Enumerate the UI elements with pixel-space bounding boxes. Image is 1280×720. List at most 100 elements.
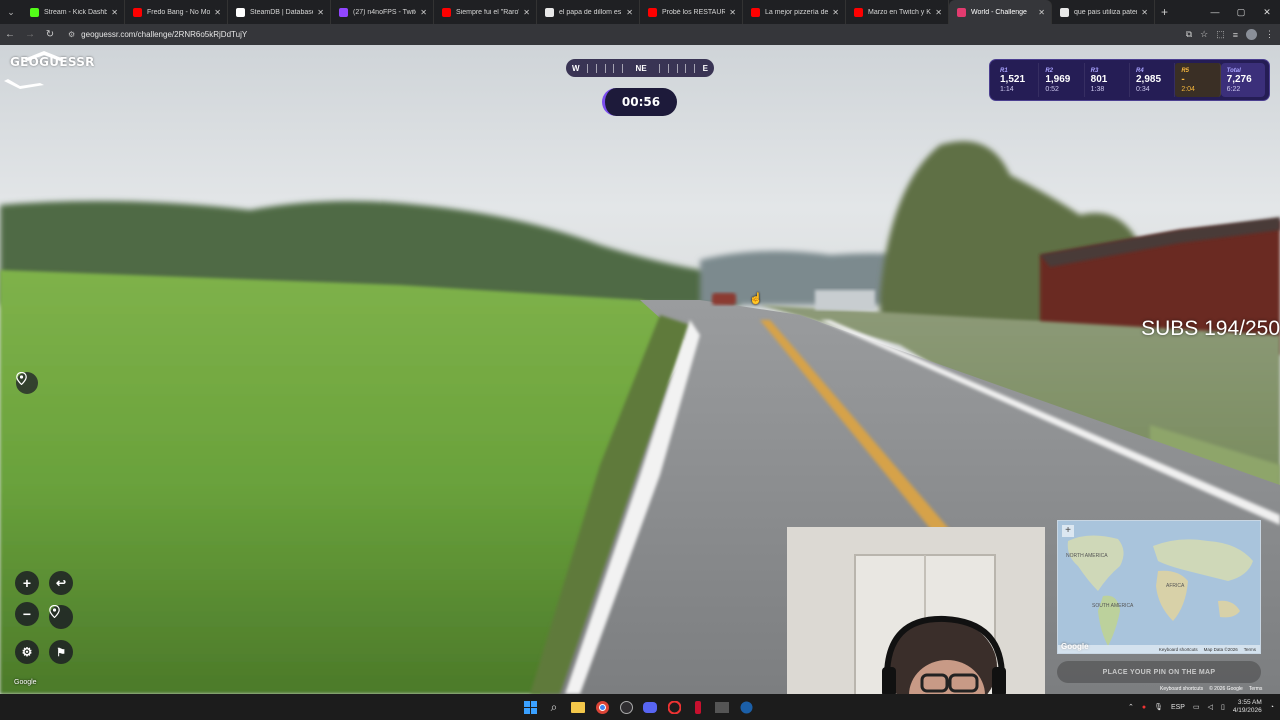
map-label-south-america: SOUTH AMERICA bbox=[1092, 603, 1134, 609]
total-score: Total 7,276 6:22 bbox=[1220, 63, 1265, 97]
tab-close-icon[interactable]: ✕ bbox=[317, 8, 324, 17]
steam-icon[interactable] bbox=[736, 697, 756, 717]
tab-title: La mejor pizzería de ... bbox=[765, 8, 829, 16]
tab-close-icon[interactable]: ✕ bbox=[214, 8, 221, 17]
chrome-icon[interactable] bbox=[592, 697, 612, 717]
back-icon[interactable]: ← bbox=[0, 24, 20, 45]
tab-close-icon[interactable]: ✕ bbox=[420, 8, 427, 17]
tab-close-icon[interactable]: ✕ bbox=[729, 8, 736, 17]
checkpoint-button[interactable]: ⚑ bbox=[49, 640, 73, 664]
terminal-icon[interactable] bbox=[712, 697, 732, 717]
round-time: 1:38 bbox=[1090, 85, 1105, 93]
tab-favicon-icon bbox=[854, 7, 863, 17]
browser-tab[interactable]: Marzo en Twitch y Kic... ✕ bbox=[846, 0, 949, 24]
tab-favicon-icon bbox=[442, 7, 451, 17]
app-icon-red[interactable] bbox=[688, 697, 708, 717]
cast-icon[interactable]: ⧉ bbox=[1186, 29, 1192, 40]
browser-tab[interactable]: Stream - Kick Dashbo...✕ bbox=[22, 0, 125, 24]
mic-icon[interactable]: 🎙 bbox=[1154, 703, 1163, 711]
round-score-r5: R5-2:04 bbox=[1175, 63, 1221, 97]
browser-tab[interactable]: el papa de dillom es j... ✕ bbox=[537, 0, 640, 24]
start-icon[interactable] bbox=[520, 697, 540, 717]
round-score-r4: R4 2,985 0:34 bbox=[1130, 63, 1176, 97]
discord-icon[interactable] bbox=[640, 697, 660, 717]
reload-icon[interactable]: ↻ bbox=[40, 24, 60, 45]
site-info-icon[interactable]: ⚙ bbox=[68, 30, 75, 39]
volume-icon[interactable]: ◁ bbox=[1208, 703, 1213, 711]
tab-close-icon[interactable]: ✕ bbox=[1141, 8, 1148, 17]
guess-minimap[interactable]: + NORTH AMERICA AFRICA SOUTH AMERICA Goo… bbox=[1057, 520, 1261, 654]
forward-icon[interactable]: → bbox=[20, 24, 40, 45]
zoom-out-button[interactable]: − bbox=[15, 602, 39, 626]
browser-tab[interactable]: Siempre fui el "Raro"... ✕ bbox=[434, 0, 537, 24]
tab-close-icon[interactable]: ✕ bbox=[832, 8, 839, 17]
browser-tab[interactable]: SteamDB | Database ...✕ bbox=[228, 0, 331, 24]
minimize-icon[interactable]: — bbox=[1202, 0, 1228, 24]
browser-tab[interactable]: (27) n4noFPS - Twitch ✕ bbox=[331, 0, 434, 24]
tab-favicon-icon bbox=[751, 7, 760, 17]
map-legal-strip: Keyboard shortcuts © 2026 Google Terms bbox=[1160, 686, 1262, 692]
tab-title: World - Challenge bbox=[971, 8, 1027, 16]
browser-tab[interactable]: Probé los RESTAURAN...✕ bbox=[640, 0, 743, 24]
compass-heading: NE bbox=[635, 63, 647, 73]
tab-favicon-icon bbox=[545, 7, 554, 17]
clock[interactable]: 3:55 AM 4/19/2026 bbox=[1233, 699, 1262, 715]
obs-icon[interactable] bbox=[616, 697, 636, 717]
windows-taskbar: ⌕ ⌃ ● 🎙 ESP ▭ ◁ ▯ 3:55 AM 4/19/2026 ◔ bbox=[0, 694, 1280, 720]
app-icon-red-circle[interactable] bbox=[664, 697, 684, 717]
map-pin-button[interactable] bbox=[16, 372, 38, 394]
tab-close-icon[interactable]: ✕ bbox=[1038, 8, 1045, 17]
street-nav-arrows[interactable] bbox=[0, 45, 70, 95]
undo-move-button[interactable]: ↩ bbox=[49, 571, 73, 595]
browser-tab[interactable]: La mejor pizzería de ...✕ bbox=[743, 0, 846, 24]
gear-icon: ⚙ bbox=[21, 645, 33, 659]
tab-close-icon[interactable]: ✕ bbox=[935, 8, 942, 17]
legal-terms[interactable]: Terms bbox=[1249, 686, 1263, 692]
tab-close-icon[interactable]: ✕ bbox=[626, 8, 633, 17]
battery-icon[interactable]: ▯ bbox=[1221, 703, 1225, 711]
tab-favicon-icon bbox=[648, 7, 657, 17]
settings-button[interactable]: ⚙ bbox=[15, 640, 39, 664]
browser-tab[interactable]: World - Challenge ✕ bbox=[949, 0, 1052, 24]
system-tray: ⌃ ● 🎙 ESP ▭ ◁ ▯ 3:55 AM 4/19/2026 ◔ bbox=[1128, 694, 1274, 720]
tray-app-icon[interactable]: ● bbox=[1142, 704, 1146, 711]
file-explorer-icon[interactable] bbox=[568, 697, 588, 717]
address-toolbar: ← → ↻ ⚙ geoguessr.com/challenge/2RNR6o5k… bbox=[0, 24, 1280, 45]
network-icon[interactable]: ▭ bbox=[1193, 703, 1200, 711]
browser-tab-strip: ⌄ Stream - Kick Dashbo...✕Fredo Bang - N… bbox=[0, 0, 1280, 24]
media-icon[interactable]: ≡ bbox=[1233, 30, 1238, 40]
close-window-icon[interactable]: ✕ bbox=[1254, 0, 1280, 24]
tab-title: el papa de dillom es j... bbox=[559, 8, 622, 16]
tab-close-icon[interactable]: ✕ bbox=[111, 8, 118, 17]
menu-icon[interactable]: ⋮ bbox=[1265, 29, 1274, 40]
bookmark-star-icon[interactable]: ☆ bbox=[1200, 29, 1208, 40]
browser-tab[interactable]: Fredo Bang - No Mo... ✕ bbox=[125, 0, 228, 24]
keyboard-shortcuts-link[interactable]: Keyboard shortcuts bbox=[1159, 647, 1198, 652]
notification-icon[interactable]: ◔ bbox=[1270, 704, 1274, 711]
tab-favicon-icon bbox=[1060, 7, 1069, 17]
maximize-icon[interactable]: ▢ bbox=[1228, 0, 1254, 24]
chevron-up-icon[interactable]: ⌃ bbox=[1128, 703, 1134, 711]
zoom-in-button[interactable]: + bbox=[15, 571, 39, 595]
lang-indicator[interactable]: ESP bbox=[1171, 704, 1185, 711]
tab-search-icon[interactable]: ⌄ bbox=[0, 0, 22, 24]
round-points: - bbox=[1181, 73, 1185, 85]
return-to-start-button[interactable] bbox=[49, 605, 73, 629]
extensions-icon[interactable]: ⬚ bbox=[1216, 29, 1225, 40]
round-score-r2: R2 1,969 0:52 bbox=[1039, 63, 1085, 97]
search-icon[interactable]: ⌕ bbox=[544, 697, 564, 717]
minimap-zoom-in[interactable]: + bbox=[1062, 525, 1074, 537]
round-timer: 00:56 bbox=[602, 88, 677, 116]
terms-link[interactable]: Terms bbox=[1244, 647, 1256, 652]
compass-west-label: W bbox=[572, 63, 580, 73]
round-time: 1:14 bbox=[1000, 85, 1014, 93]
browser-tab[interactable]: que pais utiliza paten... ✕ bbox=[1052, 0, 1155, 24]
tab-favicon-icon bbox=[339, 7, 348, 17]
tab-close-icon[interactable]: ✕ bbox=[523, 8, 530, 17]
new-tab-button[interactable]: + bbox=[1161, 5, 1168, 19]
profile-avatar[interactable] bbox=[1246, 29, 1257, 40]
legal-shortcuts[interactable]: Keyboard shortcuts bbox=[1160, 686, 1203, 692]
url-field[interactable]: ⚙ geoguessr.com/challenge/2RNR6o5kRjDdTu… bbox=[68, 26, 247, 43]
place-pin-button[interactable]: PLACE YOUR PIN ON THE MAP bbox=[1057, 661, 1261, 683]
round-points: 1,521 bbox=[1000, 73, 1026, 85]
